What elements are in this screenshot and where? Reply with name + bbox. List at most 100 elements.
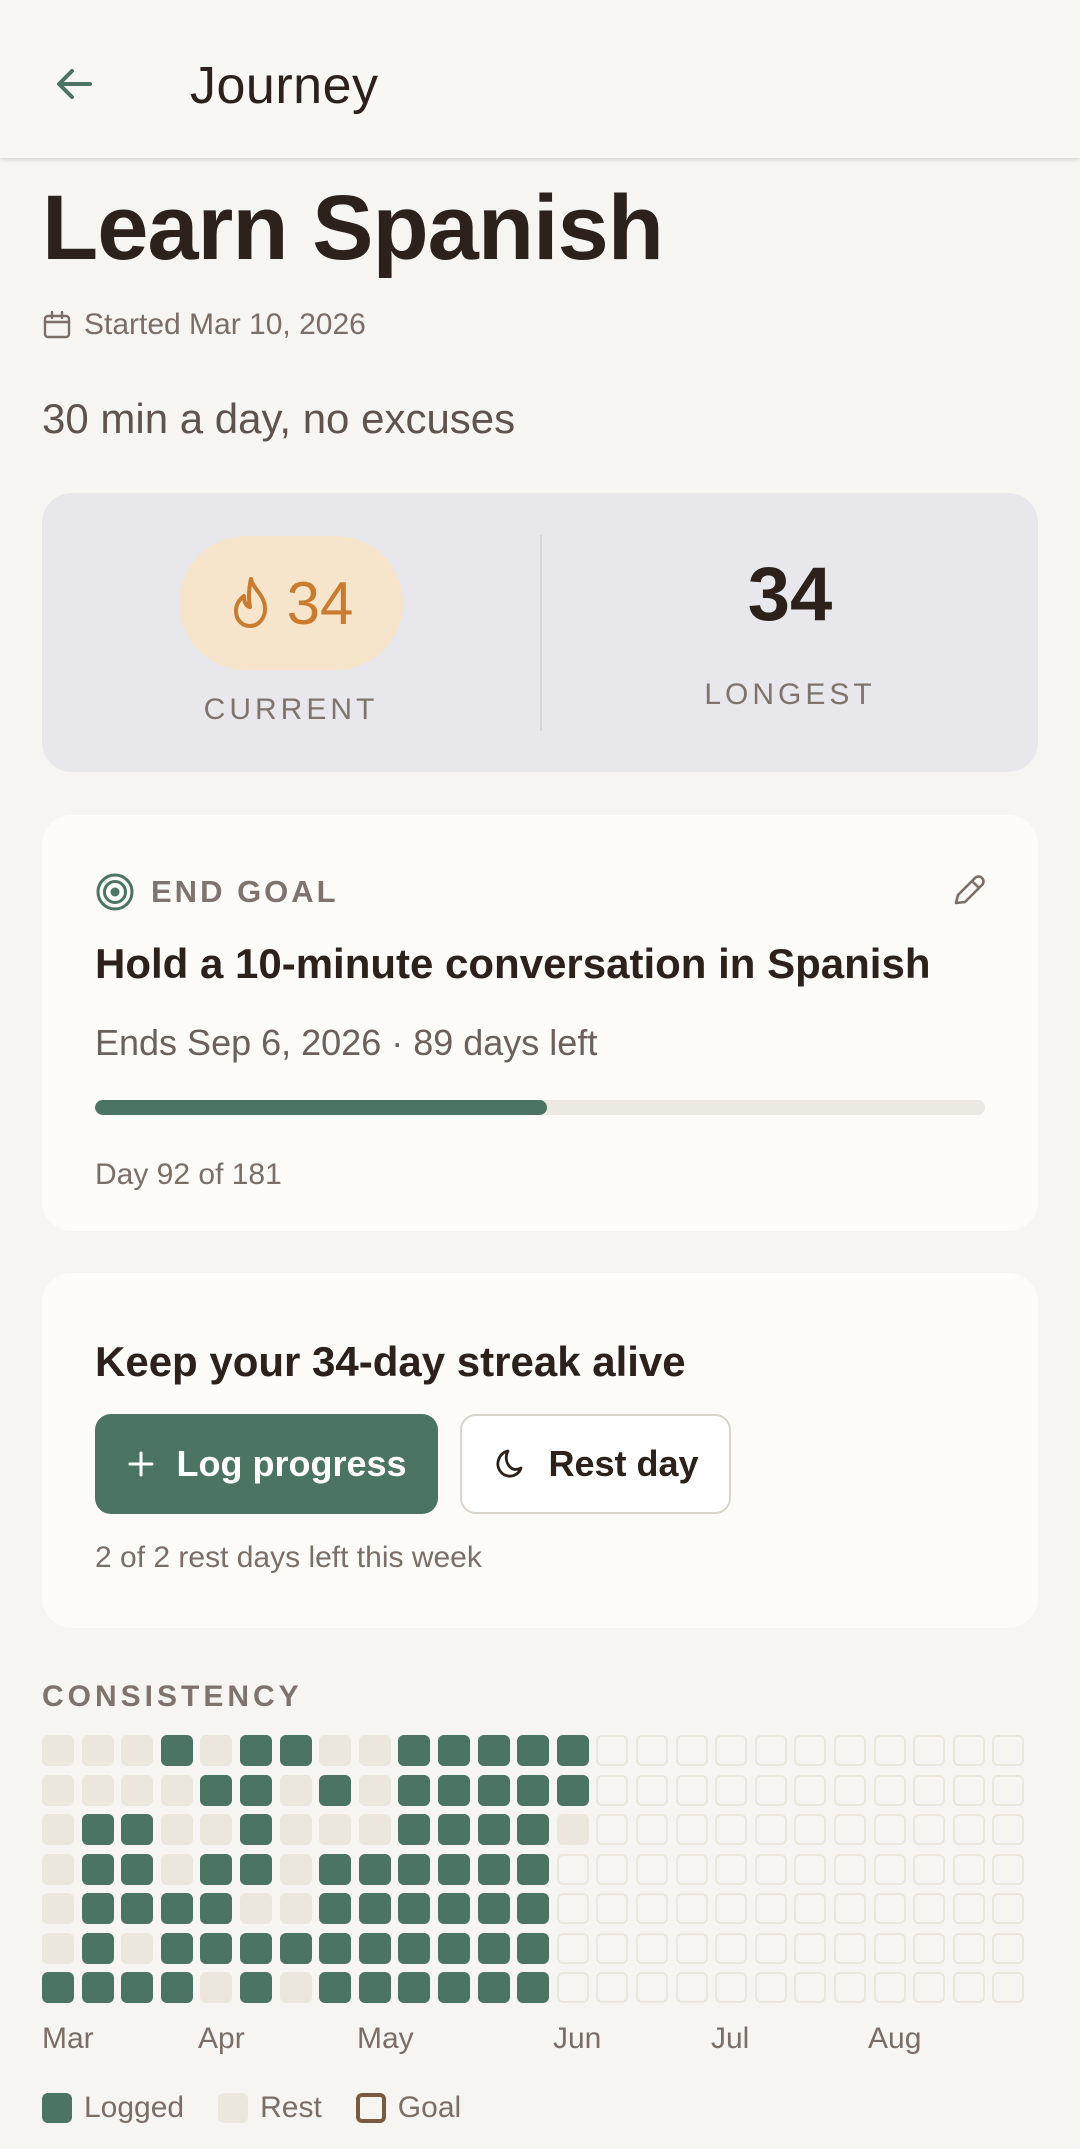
heatmap-cell xyxy=(517,1932,550,1964)
legend-goal-label: Goal xyxy=(397,2091,462,2124)
heatmap-cell xyxy=(398,1814,431,1845)
end-goal-meta: Ends Sep 6, 2026 · 89 days left xyxy=(95,1022,598,1063)
heatmap-cell xyxy=(319,1972,352,2003)
month-label: Jul xyxy=(711,2022,750,2055)
heatmap-cell xyxy=(240,1735,272,1766)
heatmap-cell xyxy=(873,1774,906,1806)
moon-icon xyxy=(496,1449,523,1478)
heatmap-cell xyxy=(715,1972,748,2003)
heatmap-cell xyxy=(42,1932,74,1964)
heatmap-cell xyxy=(438,1853,470,1885)
heatmap-cell xyxy=(913,1814,946,1845)
heatmap-cell xyxy=(477,1893,510,1924)
heatmap-cell xyxy=(319,1932,352,1964)
heatmap-cell xyxy=(675,1814,708,1845)
heatmap-cell xyxy=(319,1893,352,1924)
streak-action-title: Keep your 34-day streak alive xyxy=(95,1338,686,1385)
end-goal-card: END GOAL Hold a 10-minute conversation i… xyxy=(42,815,1038,1231)
heatmap-cell xyxy=(754,1735,787,1766)
heatmap-cell xyxy=(398,1893,431,1924)
heatmap-cell xyxy=(358,1774,391,1806)
target-icon xyxy=(96,873,134,911)
heatmap-cell xyxy=(160,1774,193,1806)
heatmap-cell xyxy=(398,1735,431,1766)
journey-tagline: 30 min a day, no excuses xyxy=(42,395,516,442)
heatmap-cell xyxy=(81,1932,114,1964)
plus-icon xyxy=(128,1451,154,1477)
heatmap-cell xyxy=(873,1735,906,1766)
heatmap-cell xyxy=(596,1972,629,2003)
heatmap-cell xyxy=(121,1735,154,1766)
heatmap-cell xyxy=(200,1735,233,1766)
heatmap-cell xyxy=(81,1893,114,1924)
arrow-left-icon xyxy=(57,69,92,99)
heatmap-cell xyxy=(556,1853,589,1885)
heatmap-cell xyxy=(596,1735,629,1766)
goal-progress-bar xyxy=(95,1100,985,1115)
heatmap-cell xyxy=(636,1814,668,1845)
heatmap-cell xyxy=(438,1735,470,1766)
heatmap-cell xyxy=(358,1853,391,1885)
app-bar-title: Journey xyxy=(190,57,379,115)
heatmap-cell xyxy=(200,1853,233,1885)
heatmap-cell xyxy=(873,1853,906,1885)
month-label: Apr xyxy=(198,2022,245,2055)
heatmap-cell xyxy=(952,1735,985,1766)
heatmap-cell xyxy=(438,1774,470,1806)
heatmap-cell xyxy=(834,1853,866,1885)
heatmap-legend: Logged Rest Goal xyxy=(42,2088,495,2128)
heatmap-cell xyxy=(556,1893,589,1924)
heatmap-cell xyxy=(517,1972,550,2003)
heatmap-cell xyxy=(477,1853,510,1885)
heatmap-cell xyxy=(834,1814,866,1845)
heatmap-cell xyxy=(992,1853,1025,1885)
heatmap-cell xyxy=(477,1814,510,1845)
heatmap-cell xyxy=(636,1853,668,1885)
heatmap-cell xyxy=(121,1774,154,1806)
heatmap-cell xyxy=(160,1932,193,1964)
heatmap-cell xyxy=(715,1893,748,1924)
heatmap-cell xyxy=(517,1814,550,1845)
legend-rest-label: Rest xyxy=(260,2091,322,2124)
heatmap-cell xyxy=(121,1893,154,1924)
heatmap-cell xyxy=(636,1735,668,1766)
heatmap-cell xyxy=(398,1932,431,1964)
month-label: May xyxy=(357,2022,414,2055)
rest-day-button[interactable]: Rest day xyxy=(460,1414,731,1514)
heatmap-cell xyxy=(438,1814,470,1845)
heatmap-cell xyxy=(160,1893,193,1924)
heatmap-cell xyxy=(358,1972,391,2003)
heatmap-cell xyxy=(794,1853,827,1885)
log-progress-button[interactable]: Log progress xyxy=(95,1414,438,1514)
heatmap-cell xyxy=(754,1814,787,1845)
heatmap-cell xyxy=(358,1893,391,1924)
heatmap-cell xyxy=(42,1893,74,1924)
heatmap-cell xyxy=(42,1853,74,1885)
heatmap-cell xyxy=(240,1814,272,1845)
heatmap-cell xyxy=(834,1893,866,1924)
back-button[interactable] xyxy=(42,52,106,116)
legend-rest-swatch xyxy=(218,2093,249,2123)
heatmap-cell xyxy=(240,1972,272,2003)
heatmap-cell xyxy=(636,1972,668,2003)
heatmap-cell xyxy=(834,1735,866,1766)
heatmap-cell xyxy=(992,1893,1025,1924)
heatmap-cell xyxy=(81,1814,114,1845)
month-label: Jun xyxy=(553,2022,602,2055)
heatmap-cell xyxy=(952,1814,985,1845)
current-streak-label: CURRENT xyxy=(203,693,379,726)
heatmap-cell xyxy=(834,1774,866,1806)
end-goal-title: Hold a 10-minute conversation in Spanish xyxy=(95,940,931,987)
heatmap-cell xyxy=(715,1774,748,1806)
log-progress-label: Log progress xyxy=(176,1443,407,1484)
edit-goal-button[interactable] xyxy=(942,865,994,917)
heatmap-cell xyxy=(477,1774,510,1806)
heatmap-cell xyxy=(121,1814,154,1845)
current-streak-value: 34 xyxy=(286,569,354,637)
heatmap-cell xyxy=(794,1735,827,1766)
heatmap-cell xyxy=(596,1932,629,1964)
heatmap-cell xyxy=(913,1932,946,1964)
heatmap-cell xyxy=(992,1735,1025,1766)
heatmap-cell xyxy=(636,1893,668,1924)
heatmap-cell xyxy=(715,1932,748,1964)
